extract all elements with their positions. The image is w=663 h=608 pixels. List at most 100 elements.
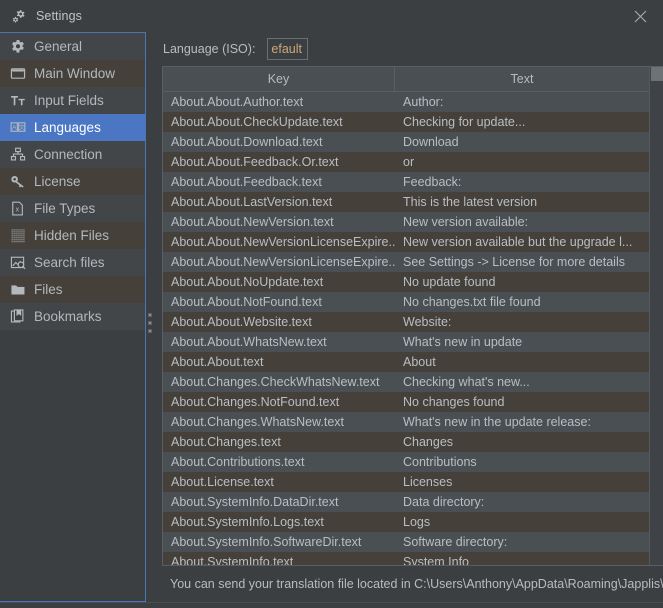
cell-text: Logs <box>403 515 431 529</box>
cell-key: About.About.CheckUpdate.text <box>171 115 343 129</box>
svg-text:文: 文 <box>18 123 24 131</box>
cell-key: About.About.WhatsNew.text <box>171 335 327 349</box>
column-header-key[interactable]: Key <box>163 67 395 91</box>
table-row[interactable]: About.SystemInfo.DataDir.text Data direct… <box>163 492 649 512</box>
cell-text: No update found <box>403 275 496 289</box>
settings-body: General Main Window Input Fields A 文 Language… <box>0 32 663 602</box>
window-bottom-strip <box>0 602 663 608</box>
cell-key: About.Changes.text <box>171 435 281 449</box>
sidebar-item-file-types[interactable]: x File Types <box>0 195 145 222</box>
sidebar-item-label: Search files <box>34 254 105 270</box>
gear-icon <box>10 8 26 24</box>
window-icon <box>9 66 26 82</box>
cell-key: About.Changes.NotFound.text <box>171 395 340 409</box>
cell-text: What's new in the update release: <box>403 415 591 429</box>
folder-icon <box>9 282 26 298</box>
table-row[interactable]: About.About.Download.text Download <box>163 132 649 152</box>
language-iso-row: Language (ISO): <box>155 32 663 66</box>
network-icon <box>9 147 26 163</box>
cell-key: About.License.text <box>171 475 274 489</box>
sidebar-item-languages[interactable]: A 文 Languages <box>0 114 145 141</box>
cell-text: Author: <box>403 95 444 109</box>
table-row[interactable]: About.Changes.text Changes <box>163 432 649 452</box>
sidebar-item-search-files[interactable]: Search files <box>0 249 145 276</box>
close-icon[interactable] <box>617 0 663 32</box>
table-row[interactable]: About.About.Feedback.Or.text or <box>163 152 649 172</box>
table-row[interactable]: About.About.NewVersionLicenseExpire... Se… <box>163 252 649 272</box>
bookmark-icon <box>9 309 26 325</box>
cell-text: System Info <box>403 555 469 565</box>
cell-key: About.SystemInfo.DataDir.text <box>171 495 339 509</box>
table-vertical-scrollbar[interactable] <box>649 67 663 565</box>
table-row[interactable]: About.Contributions.text Contributions <box>163 452 649 472</box>
table-row[interactable]: About.About.LastVersion.text This is the … <box>163 192 649 212</box>
sidebar-item-label: Input Fields <box>34 92 104 108</box>
table-row[interactable]: About.About.Feedback.text Feedback: <box>163 172 649 192</box>
cell-text: New version available: <box>403 215 529 229</box>
sidebar-item-label: General <box>34 38 83 54</box>
window-title: Settings <box>36 9 82 23</box>
sidebar-item-label: Files <box>34 281 63 297</box>
splitter-handle-dots <box>148 313 153 337</box>
table-row[interactable]: About.SystemInfo.SoftwareDir.text Softwar… <box>163 532 649 552</box>
table-row[interactable]: About.Changes.WhatsNew.text What's new in… <box>163 412 649 432</box>
cell-key: About.About.NewVersionLicenseExpire... <box>171 235 395 249</box>
table-row[interactable]: About.Changes.CheckWhatsNew.text Checking… <box>163 372 649 392</box>
sidebar-item-license[interactable]: License <box>0 168 145 195</box>
table-row[interactable]: About.About.NewVersionLicenseExpire... Ne… <box>163 232 649 252</box>
sidebar-item-label: Main Window <box>34 65 116 81</box>
sidebar-splitter[interactable] <box>146 32 155 602</box>
cell-text: Feedback: <box>403 175 462 189</box>
table-row[interactable]: About.Changes.NotFound.text No changes fo… <box>163 392 649 412</box>
sidebar-item-files[interactable]: Files <box>0 276 145 303</box>
sidebar-item-bookmarks[interactable]: Bookmarks <box>0 303 145 330</box>
table-row[interactable]: About.SystemInfo.Logs.text Logs <box>163 512 649 532</box>
cell-key: About.Changes.CheckWhatsNew.text <box>171 375 380 389</box>
cell-key: About.About.NoUpdate.text <box>171 275 324 289</box>
sidebar-item-main-window[interactable]: Main Window <box>0 60 145 87</box>
cell-key: About.About.Download.text <box>171 135 323 149</box>
cell-key: About.About.NewVersionLicenseExpire... <box>171 255 395 269</box>
cell-text: No changes.txt file found <box>403 295 541 309</box>
table-row[interactable]: About.About.WhatsNew.text What's new in u… <box>163 332 649 352</box>
scrollbar-thumb[interactable] <box>651 67 663 81</box>
cell-text: Changes <box>403 435 454 449</box>
sidebar-item-label: Bookmarks <box>34 308 102 324</box>
table-row[interactable]: About.About.NewVersion.text New version a… <box>163 212 649 232</box>
sidebar-item-general[interactable]: General <box>0 33 145 60</box>
image-search-icon <box>9 255 26 271</box>
sidebar-item-hidden-files[interactable]: Hidden Files <box>0 222 145 249</box>
cell-key: About.Changes.WhatsNew.text <box>171 415 345 429</box>
table-row[interactable]: About.About.Website.text Website: <box>163 312 649 332</box>
sidebar-item-input-fields[interactable]: Input Fields <box>0 87 145 114</box>
settings-window: Settings General Main Window Input Fields A… <box>0 0 663 608</box>
cell-text: Data directory: <box>403 495 485 509</box>
cell-text: Contributions <box>403 455 477 469</box>
cell-text: Licenses <box>403 475 453 489</box>
text-format-icon <box>9 93 26 109</box>
cell-key: About.About.Feedback.Or.text <box>171 155 339 169</box>
sidebar-item-connection[interactable]: Connection <box>0 141 145 168</box>
table-row[interactable]: About.About.text About <box>163 352 649 372</box>
language-iso-label: Language (ISO): <box>163 42 256 56</box>
language-iso-input[interactable] <box>267 38 309 60</box>
dotted-grid-icon <box>9 228 26 244</box>
table-row[interactable]: About.SystemInfo.text System Info <box>163 552 649 565</box>
table-row[interactable]: About.About.Author.text Author: <box>163 92 649 112</box>
cell-text: About <box>403 355 436 369</box>
status-message: You can send your translation file locat… <box>170 577 663 591</box>
svg-text:A: A <box>12 124 17 131</box>
table-row[interactable]: About.About.NotFound.text No changes.txt … <box>163 292 649 312</box>
cell-text: Checking what's new... <box>403 375 530 389</box>
table-row[interactable]: About.License.text Licenses <box>163 472 649 492</box>
sidebar-item-label: Languages <box>34 119 101 135</box>
table-body: About.About.Author.text Author: About.Abou… <box>163 92 649 565</box>
cell-text: or <box>403 155 415 169</box>
table-row[interactable]: About.About.CheckUpdate.text Checking for… <box>163 112 649 132</box>
table-header-row: Key Text <box>163 67 649 92</box>
cell-text: No changes found <box>403 395 505 409</box>
status-bar: You can send your translation file locat… <box>155 566 663 602</box>
key-icon <box>9 174 26 190</box>
column-header-text[interactable]: Text <box>395 67 649 91</box>
table-row[interactable]: About.About.NoUpdate.text No update found <box>163 272 649 292</box>
